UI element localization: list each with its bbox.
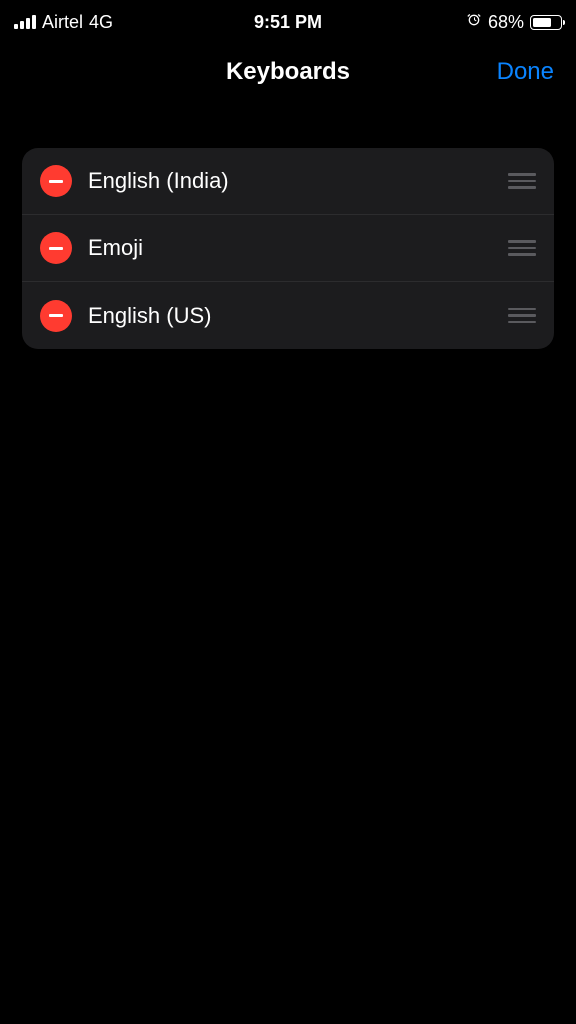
delete-icon[interactable] xyxy=(40,165,72,197)
drag-handle-icon[interactable] xyxy=(508,234,536,262)
signal-strength-icon xyxy=(14,15,36,29)
drag-handle-icon[interactable] xyxy=(508,167,536,195)
status-left: Airtel 4G xyxy=(14,12,113,33)
carrier-label: Airtel xyxy=(42,12,83,33)
drag-handle-icon[interactable] xyxy=(508,302,536,330)
keyboard-row[interactable]: Emoji xyxy=(22,215,554,282)
keyboard-label: English (India) xyxy=(88,168,508,194)
keyboards-list: English (India) Emoji English (US) xyxy=(22,148,554,349)
battery-icon xyxy=(530,15,562,30)
delete-icon[interactable] xyxy=(40,232,72,264)
done-button[interactable]: Done xyxy=(497,58,554,86)
keyboard-row[interactable]: English (US) xyxy=(22,282,554,349)
keyboard-label: English (US) xyxy=(88,303,508,329)
status-bar: Airtel 4G 9:51 PM 68% xyxy=(0,0,576,36)
keyboard-label: Emoji xyxy=(88,235,508,261)
status-right: 68% xyxy=(466,12,562,33)
page-title: Keyboards xyxy=(226,58,350,86)
delete-icon[interactable] xyxy=(40,300,72,332)
keyboard-row[interactable]: English (India) xyxy=(22,148,554,215)
network-label: 4G xyxy=(89,12,113,33)
battery-percent: 68% xyxy=(488,12,524,33)
status-time: 9:51 PM xyxy=(254,12,322,33)
nav-bar: Keyboards Done xyxy=(0,44,576,100)
alarm-icon xyxy=(466,12,482,33)
